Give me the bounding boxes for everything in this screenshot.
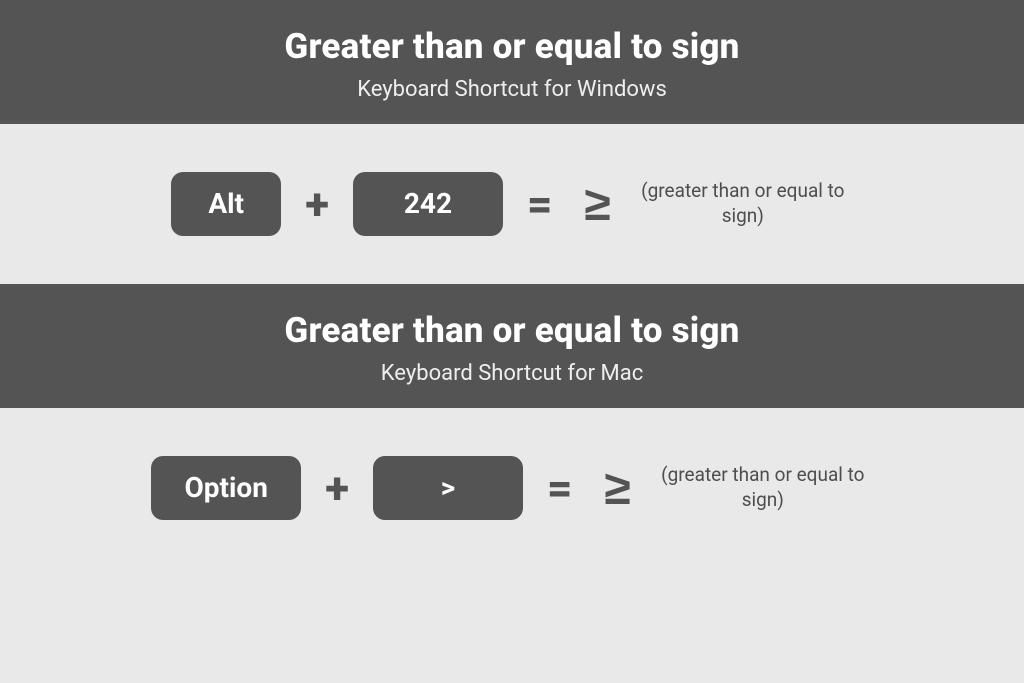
gte-symbol-mac: ≥	[596, 461, 634, 516]
mac-subtitle: Keyboard Shortcut for Mac	[20, 361, 1004, 386]
code-242-key: 242	[353, 172, 503, 236]
equals-operator: =	[521, 178, 559, 230]
gt-key: >	[373, 456, 523, 520]
alt-key: Alt	[171, 172, 281, 236]
mac-shortcut-row: Option + > = ≥ (greater than or equal to…	[0, 408, 1024, 568]
windows-title: Greater than or equal to sign	[20, 26, 1004, 67]
mac-section-header: Greater than or equal to sign Keyboard S…	[0, 284, 1024, 408]
windows-shortcut-row: Alt + 242 = ≥ (greater than or equal to …	[0, 124, 1024, 284]
equals-operator-mac: =	[541, 462, 579, 514]
gte-symbol: ≥	[576, 177, 614, 232]
plus-operator: +	[299, 178, 335, 230]
gte-label-mac: (greater than or equal to sign)	[653, 463, 873, 512]
windows-subtitle: Keyboard Shortcut for Windows	[20, 77, 1004, 102]
mac-title: Greater than or equal to sign	[20, 310, 1004, 351]
gte-label: (greater than or equal to sign)	[633, 179, 853, 228]
option-key: Option	[151, 456, 301, 520]
plus-operator-mac: +	[319, 462, 355, 514]
windows-section-header: Greater than or equal to sign Keyboard S…	[0, 0, 1024, 124]
